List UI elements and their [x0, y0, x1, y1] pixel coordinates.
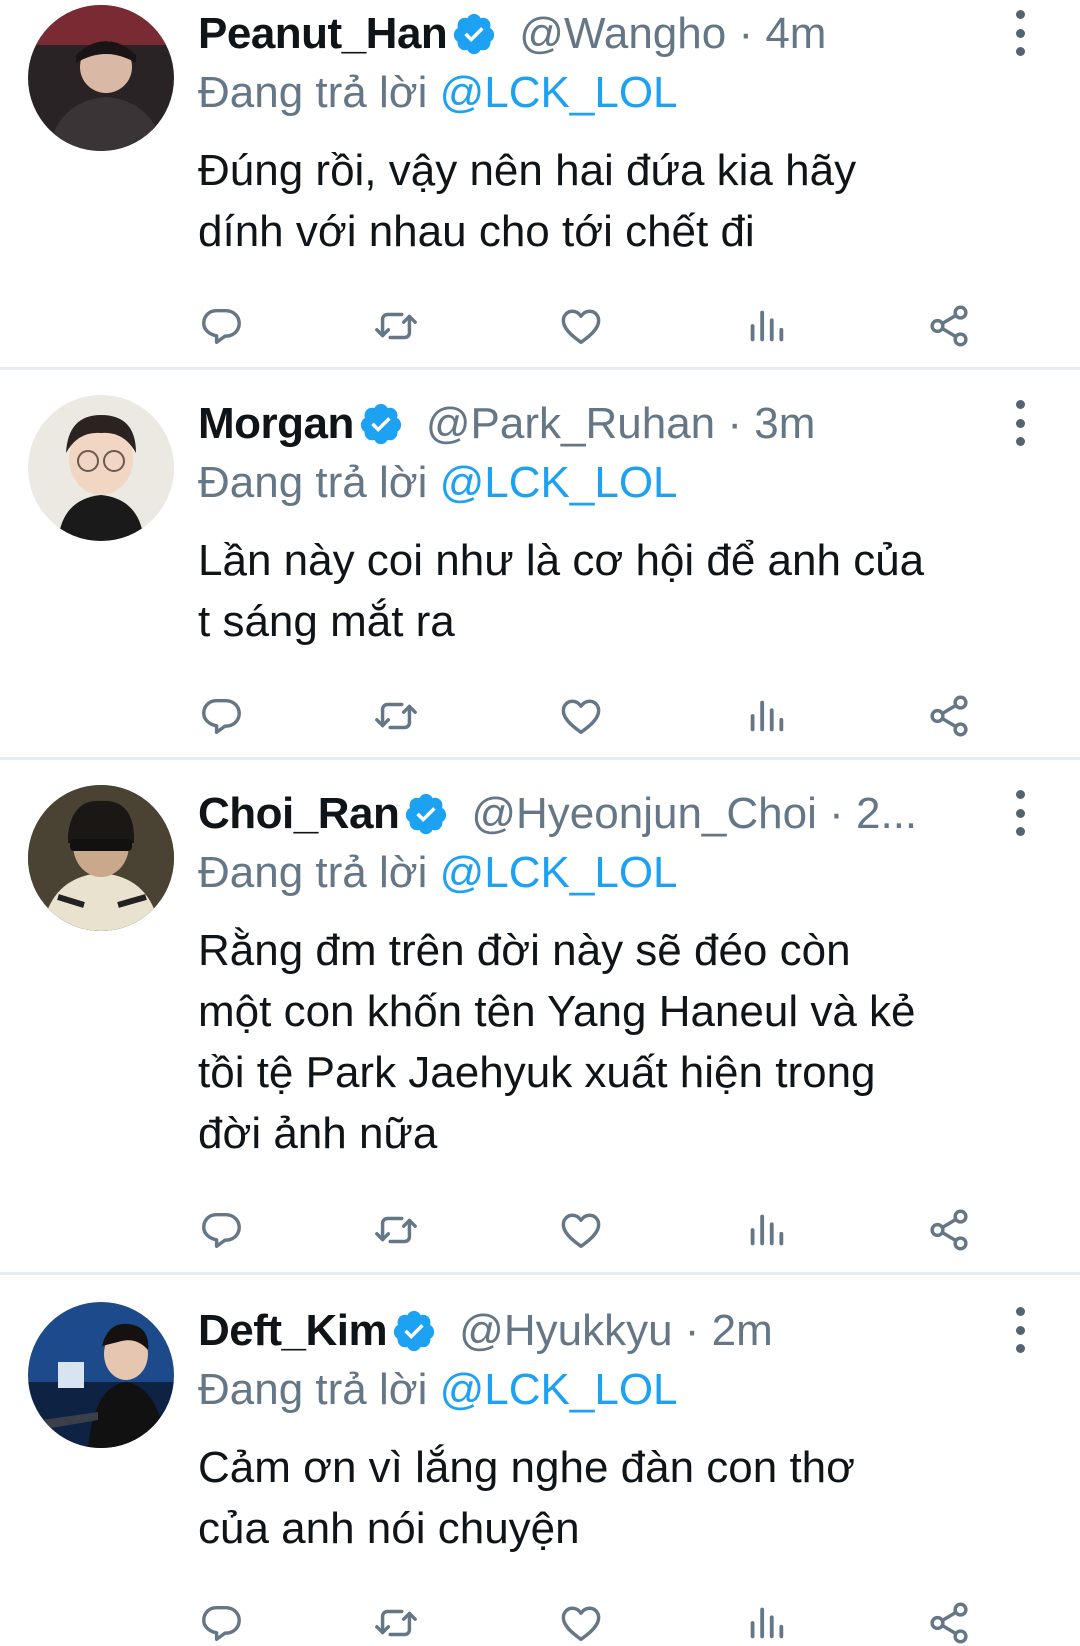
- tweet-text: Cảm ơn vì lắng nghe đàn con thơ của anh …: [198, 1437, 1048, 1559]
- mention-link[interactable]: @LCK_LOL: [440, 1365, 678, 1414]
- reply-icon[interactable]: [198, 303, 244, 349]
- avatar[interactable]: [28, 1302, 174, 1448]
- tweet-text-line: một con khốn tên Yang Haneul và kẻ: [198, 987, 916, 1036]
- tweet-text-line: đời ảnh nữa: [198, 1109, 438, 1158]
- analytics-icon[interactable]: [743, 693, 789, 739]
- reply-icon[interactable]: [198, 1600, 244, 1646]
- share-icon[interactable]: [926, 693, 972, 739]
- action-bar: [198, 693, 1018, 739]
- mention-link[interactable]: @LCK_LOL: [440, 848, 678, 897]
- more-options-icon[interactable]: [1010, 790, 1030, 836]
- verified-badge-icon: [394, 1310, 435, 1352]
- more-options-icon[interactable]: [1010, 400, 1030, 446]
- retweet-icon[interactable]: [373, 1600, 419, 1646]
- handle-time: @Hyukkyu · 2m: [459, 1306, 773, 1355]
- tweet-text: Đúng rồi, vậy nên hai đứa kia hãy dính v…: [198, 140, 1048, 262]
- display-name[interactable]: Peanut_Han: [198, 9, 448, 59]
- reply-icon[interactable]: [198, 1207, 244, 1253]
- replying-label: Đang trả lời: [198, 1365, 428, 1414]
- share-icon[interactable]: [926, 1600, 972, 1646]
- analytics-icon[interactable]: [743, 1207, 789, 1253]
- share-icon[interactable]: [926, 303, 972, 349]
- tweet-text: Rằng đm trên đời này sẽ đéo còn một con …: [198, 920, 1048, 1164]
- tweet-text-line: Rằng đm trên đời này sẽ đéo còn: [198, 926, 851, 975]
- more-options-icon[interactable]: [1010, 10, 1030, 56]
- like-icon[interactable]: [558, 1600, 604, 1646]
- verified-badge-icon: [406, 793, 447, 835]
- mention-link[interactable]: @LCK_LOL: [440, 68, 678, 117]
- analytics-icon[interactable]: [743, 303, 789, 349]
- handle-time: @Hyeonjun_Choi · 2...: [471, 789, 918, 838]
- tweet[interactable]: Deft_Kim @Hyukkyu · 2m Đang trả lời @LCK…: [0, 1297, 1080, 1644]
- action-bar: [198, 1600, 1018, 1646]
- replying-to: Đang trả lời @LCK_LOL: [198, 1365, 678, 1415]
- avatar[interactable]: [28, 395, 174, 541]
- retweet-icon[interactable]: [373, 1207, 419, 1253]
- tweet-text-line: dính với nhau cho tới chết đi: [198, 207, 755, 256]
- avatar[interactable]: [28, 785, 174, 931]
- avatar[interactable]: [28, 5, 174, 151]
- tweet[interactable]: Morgan @Park_Ruhan · 3m Đang trả lời @LC…: [0, 390, 1080, 760]
- handle-time: @Park_Ruhan · 3m: [425, 399, 816, 448]
- tweet[interactable]: Peanut_Han @Wangho · 4m Đang trả lời @LC…: [0, 0, 1080, 370]
- verified-badge-icon: [454, 13, 495, 55]
- action-bar: [198, 1207, 1018, 1253]
- verified-badge-icon: [360, 403, 402, 445]
- like-icon[interactable]: [558, 693, 604, 739]
- tweet-divider: [0, 367, 1080, 370]
- tweet-text-line: Đúng rồi, vậy nên hai đứa kia hãy: [198, 146, 857, 195]
- analytics-icon[interactable]: [743, 1600, 789, 1646]
- replying-label: Đang trả lời: [198, 68, 428, 117]
- tweet-divider: [0, 1272, 1080, 1275]
- share-icon[interactable]: [926, 1207, 972, 1253]
- tweet-text-line: Cảm ơn vì lắng nghe đàn con thơ: [198, 1443, 855, 1492]
- replying-to: Đang trả lời @LCK_LOL: [198, 458, 678, 508]
- tweet-text-line: tồi tệ Park Jaehyuk xuất hiện trong: [198, 1048, 876, 1097]
- tweet-text: Lần này coi như là cơ hội để anh của t s…: [198, 530, 1048, 652]
- tweet-divider: [0, 757, 1080, 760]
- display-name[interactable]: Choi_Ran: [198, 789, 400, 839]
- like-icon[interactable]: [558, 1207, 604, 1253]
- tweet-text-line: Lần này coi như là cơ hội để anh của: [198, 536, 925, 585]
- mention-link[interactable]: @LCK_LOL: [440, 458, 678, 507]
- more-options-icon[interactable]: [1010, 1307, 1030, 1353]
- tweet-text-line: của anh nói chuyện: [198, 1504, 580, 1553]
- replying-label: Đang trả lời: [198, 458, 428, 507]
- replying-to: Đang trả lời @LCK_LOL: [198, 68, 678, 118]
- tweet-text-line: t sáng mắt ra: [198, 597, 455, 646]
- like-icon[interactable]: [558, 303, 604, 349]
- action-bar: [198, 303, 1018, 349]
- replying-to: Đang trả lời @LCK_LOL: [198, 848, 678, 898]
- tweet[interactable]: Choi_Ran @Hyeonjun_Choi · 2... Đang trả …: [0, 780, 1080, 1275]
- display-name[interactable]: Deft_Kim: [198, 1306, 388, 1356]
- handle-time: @Wangho · 4m: [519, 9, 827, 58]
- reply-icon[interactable]: [198, 693, 244, 739]
- replying-label: Đang trả lời: [198, 848, 428, 897]
- display-name[interactable]: Morgan: [198, 399, 354, 449]
- retweet-icon[interactable]: [373, 303, 419, 349]
- retweet-icon[interactable]: [373, 693, 419, 739]
